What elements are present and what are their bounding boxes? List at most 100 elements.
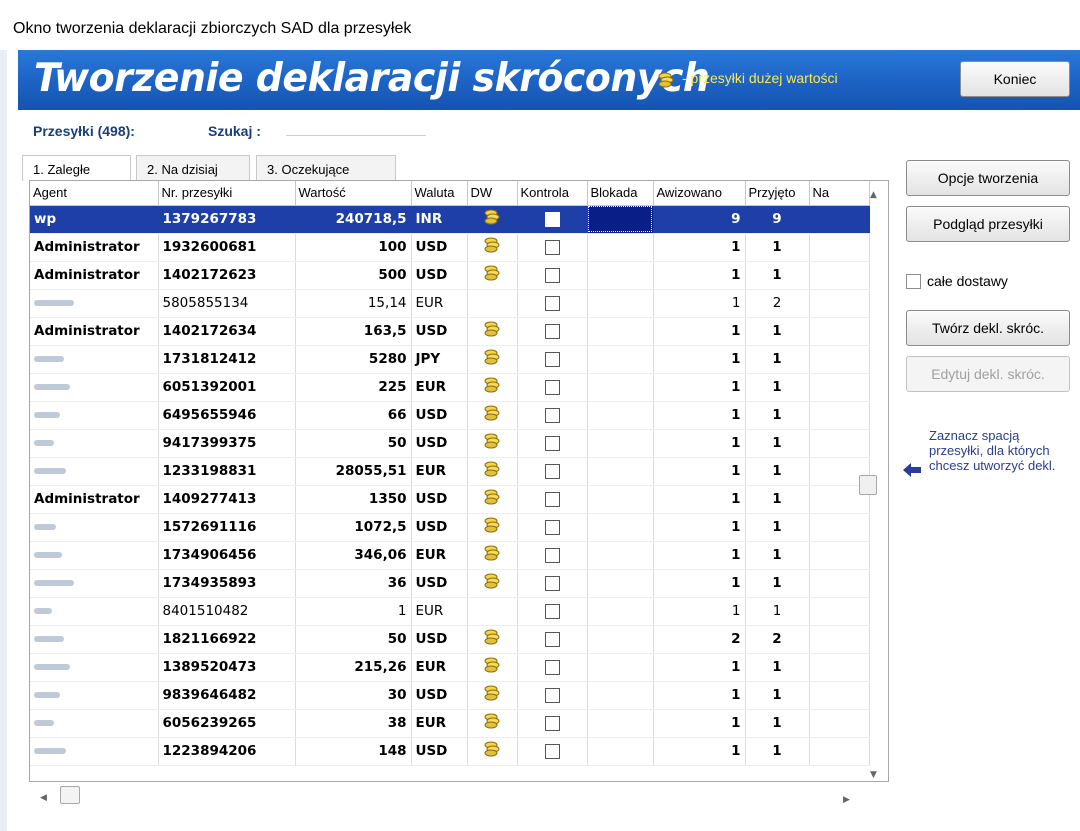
kontrola-checkbox[interactable] [544, 211, 560, 227]
cell-agent [30, 373, 159, 402]
table-row[interactable]: Administrator 1409277413 1350 USD 1 1 [30, 485, 870, 514]
column-header-blokada[interactable]: Blokada [587, 181, 654, 206]
cell-kontrola[interactable] [517, 345, 588, 374]
table-row[interactable]: wp 1379267783 240718,5 INR 9 9 [30, 205, 870, 234]
table-row[interactable]: 8401510482 1 EUR 1 1 [30, 597, 870, 626]
cell-kontrola[interactable] [517, 429, 588, 458]
table-row[interactable]: Administrator 1402172634 163,5 USD 1 1 [30, 317, 870, 346]
table-row[interactable]: 1734935893 36 USD 1 1 [30, 569, 870, 598]
kontrola-checkbox[interactable] [544, 603, 560, 619]
table-row[interactable]: 1731812412 5280 JPY 1 1 [30, 345, 870, 374]
scroll-up-icon[interactable]: ▲ [870, 190, 877, 200]
cell-kontrola[interactable] [517, 205, 588, 234]
kontrola-checkbox[interactable] [544, 463, 560, 479]
cell-kontrola[interactable] [517, 709, 588, 738]
table-row[interactable]: 1223894206 148 USD 1 1 [30, 737, 870, 766]
table-row[interactable]: Administrator 1932600681 100 USD 1 1 [30, 233, 870, 262]
kontrola-checkbox[interactable] [544, 267, 560, 283]
column-header-na[interactable]: Na [809, 181, 870, 206]
kontrola-checkbox[interactable] [544, 547, 560, 563]
kontrola-checkbox[interactable] [544, 715, 560, 731]
cell-agent [30, 681, 159, 710]
tab-zalegle[interactable]: 1. Zaległe [22, 155, 131, 181]
cale-dostawy-checkbox[interactable]: całe dostawy [906, 273, 1008, 289]
kontrola-checkbox[interactable] [544, 323, 560, 339]
scroll-down-icon[interactable]: ▼ [870, 770, 877, 780]
kontrola-checkbox[interactable] [544, 491, 560, 507]
cell-kontrola[interactable] [517, 541, 588, 570]
table-row[interactable]: 9417399375 50 USD 1 1 [30, 429, 870, 458]
kontrola-checkbox[interactable] [544, 379, 560, 395]
koniec-button[interactable]: Koniec [960, 61, 1070, 97]
cell-kontrola[interactable] [517, 737, 588, 766]
column-header-przyjeto[interactable]: Przyjęto [745, 181, 810, 206]
kontrola-checkbox[interactable] [544, 687, 560, 703]
table-row[interactable]: 6056239265 38 EUR 1 1 [30, 709, 870, 738]
table-row[interactable]: 6051392001 225 EUR 1 1 [30, 373, 870, 402]
column-header-wartosc[interactable]: Wartość [295, 181, 412, 206]
column-header-agent[interactable]: Agent [30, 181, 159, 206]
cell-kontrola[interactable] [517, 401, 588, 430]
vertical-scroll-thumb[interactable] [859, 475, 877, 495]
kontrola-checkbox[interactable] [544, 239, 560, 255]
search-input[interactable] [286, 112, 426, 136]
kontrola-checkbox[interactable] [544, 435, 560, 451]
cell-waluta: USD [411, 401, 468, 430]
kontrola-checkbox[interactable] [544, 743, 560, 759]
cell-kontrola[interactable] [517, 485, 588, 514]
cell-przyjeto: 1 [745, 485, 810, 514]
cell-na [809, 317, 870, 346]
table-row[interactable]: 5805855134 15,14 EUR 1 2 [30, 289, 870, 318]
horizontal-scroll-thumb[interactable] [60, 786, 80, 804]
cell-nr: 5805855134 [158, 289, 296, 318]
cell-agent: Administrator [30, 317, 159, 346]
kontrola-checkbox[interactable] [544, 351, 560, 367]
table-row[interactable]: 1233198831 28055,51 EUR 1 1 [30, 457, 870, 486]
cell-na [809, 597, 870, 626]
cell-kontrola[interactable] [517, 653, 588, 682]
column-header-waluta[interactable]: Waluta [411, 181, 468, 206]
cell-kontrola[interactable] [517, 513, 588, 542]
cell-wartosc: 50 [295, 429, 412, 458]
column-header-kontrola[interactable]: Kontrola [517, 181, 588, 206]
scroll-left-icon[interactable]: ◀ [40, 793, 47, 803]
table-row[interactable]: 1734906456 346,06 EUR 1 1 [30, 541, 870, 570]
cell-kontrola[interactable] [517, 457, 588, 486]
kontrola-checkbox[interactable] [544, 659, 560, 675]
cell-kontrola[interactable] [517, 625, 588, 654]
scroll-right-icon[interactable]: ▶ [843, 795, 850, 805]
tworz-dekl-button[interactable]: Twórz dekl. skróc. [906, 310, 1070, 346]
cell-kontrola[interactable] [517, 233, 588, 262]
kontrola-checkbox[interactable] [544, 519, 560, 535]
column-header-nr[interactable]: Nr. przesyłki [158, 181, 296, 206]
cell-kontrola[interactable] [517, 373, 588, 402]
table-row[interactable]: 9839646482 30 USD 1 1 [30, 681, 870, 710]
window-title: Okno tworzenia deklaracji zbiorczych SAD… [0, 0, 1080, 50]
cell-kontrola[interactable] [517, 597, 588, 626]
column-header-dw[interactable]: DW [467, 181, 518, 206]
cell-agent [30, 653, 159, 682]
cell-kontrola[interactable] [517, 289, 588, 318]
kontrola-checkbox[interactable] [544, 295, 560, 311]
opcje-tworzenia-button[interactable]: Opcje tworzenia [906, 160, 1070, 196]
shipments-table[interactable]: Agent Nr. przesyłki Wartość Waluta DW Ko… [29, 180, 889, 782]
cell-kontrola[interactable] [517, 681, 588, 710]
table-row[interactable]: Administrator 1402172623 500 USD 1 1 [30, 261, 870, 290]
podglad-przesylki-button[interactable]: Podgląd przesyłki [906, 206, 1070, 242]
cell-przyjeto: 1 [745, 261, 810, 290]
cell-kontrola[interactable] [517, 261, 588, 290]
table-row[interactable]: 1572691116 1072,5 USD 1 1 [30, 513, 870, 542]
cell-kontrola[interactable] [517, 569, 588, 598]
kontrola-checkbox[interactable] [544, 575, 560, 591]
cell-na [809, 737, 870, 766]
column-header-awizowano[interactable]: Awizowano [653, 181, 746, 206]
table-row[interactable]: 6495655946 66 USD 1 1 [30, 401, 870, 430]
checkbox-box[interactable] [906, 273, 921, 289]
tab-na-dzisiaj[interactable]: 2. Na dzisiaj [136, 155, 250, 181]
table-row[interactable]: 1821166922 50 USD 2 2 [30, 625, 870, 654]
cell-kontrola[interactable] [517, 317, 588, 346]
kontrola-checkbox[interactable] [544, 407, 560, 423]
tab-oczekujace[interactable]: 3. Oczekujące [256, 155, 396, 181]
kontrola-checkbox[interactable] [544, 631, 560, 647]
table-row[interactable]: 1389520473 215,26 EUR 1 1 [30, 653, 870, 682]
